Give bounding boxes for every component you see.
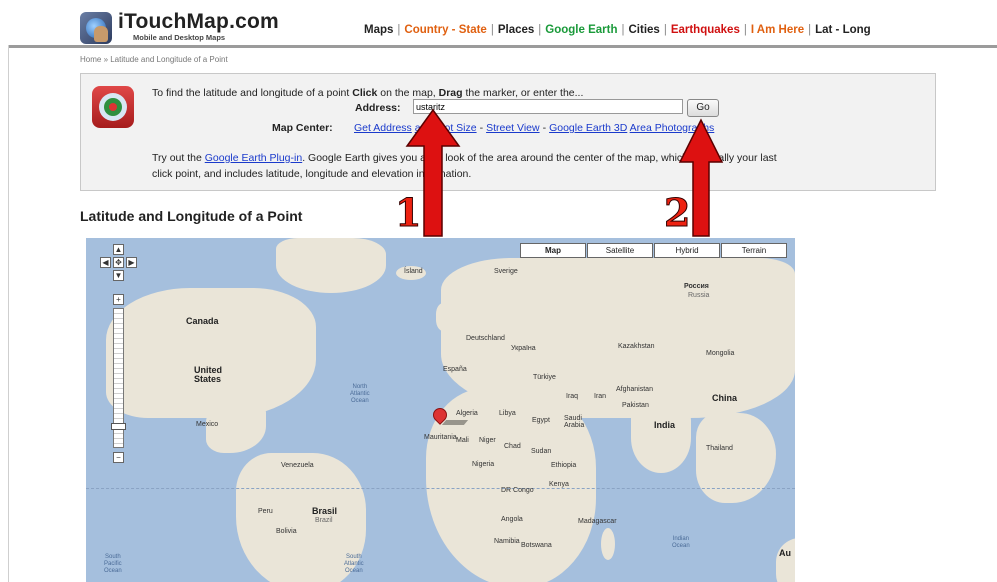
arrow-2-label: 2 xyxy=(663,190,691,236)
arrow-1-label: 1 xyxy=(394,190,422,236)
annotation-overlay xyxy=(405,108,724,237)
